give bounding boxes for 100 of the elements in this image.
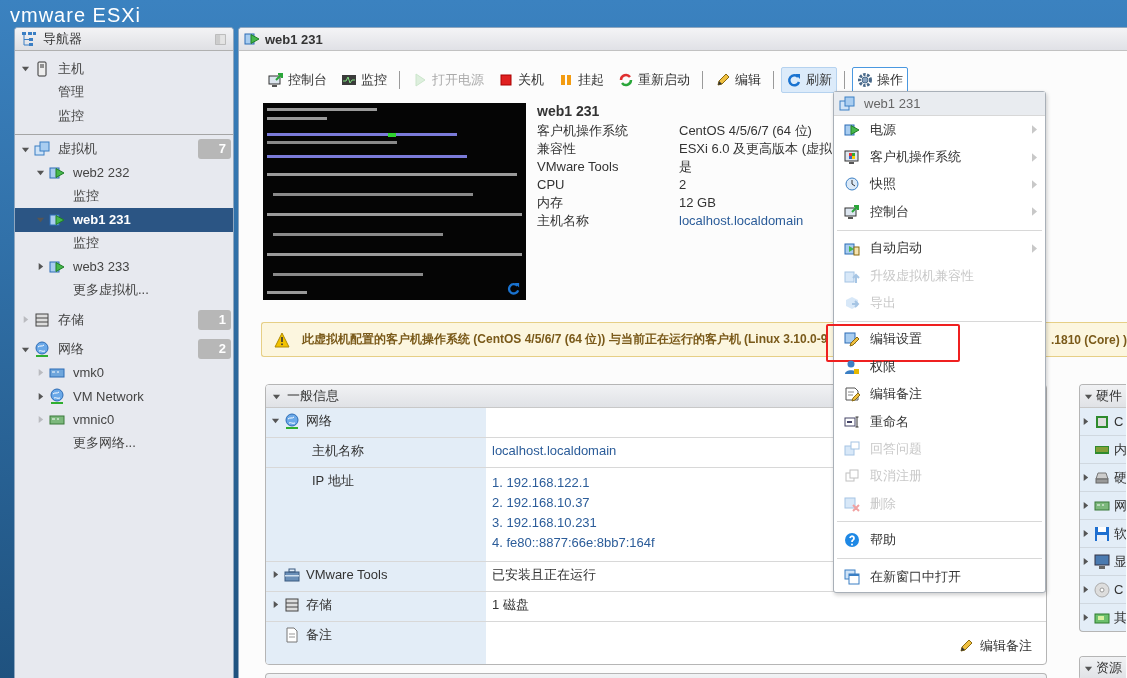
menu-item[interactable]: 快照: [834, 170, 1045, 199]
tree-item[interactable]: 虚拟机 7: [15, 137, 233, 161]
row-label: 其: [1114, 608, 1126, 627]
vm-stack-icon: [844, 468, 860, 485]
menu-item[interactable]: 客户机操作系统: [834, 143, 1045, 171]
server-icon: [34, 60, 50, 77]
menu-item[interactable]: 帮助: [834, 526, 1045, 554]
panel-title: web1 231: [265, 31, 323, 47]
panel-title: 资源: [1096, 659, 1122, 677]
disk-stack-icon: [284, 597, 300, 613]
field-value: ESXi 6.0 及更高版本 (虚拟: [679, 140, 833, 157]
tree-item[interactable]: VM Network: [15, 384, 233, 408]
warning-text: 此虚拟机配置的客户机操作系统 (CentOS 4/5/6/7 (64 位)) 与当前正在运行的客户机 (Linux 3.10.0-9: [302, 331, 828, 348]
caret-icon[interactable]: [1081, 417, 1090, 426]
tree-item[interactable]: 更多网络...: [15, 431, 233, 455]
document-icon: [284, 627, 300, 643]
vm-icon: [844, 121, 860, 138]
vm-icon: [49, 211, 65, 228]
cell-value: 1 磁盘: [492, 597, 529, 612]
caret-icon[interactable]: [1081, 613, 1090, 622]
row-label: 存储: [306, 597, 332, 613]
globe-icon: [284, 413, 300, 429]
tree-icon: [21, 31, 37, 47]
warning-text: .1810 (Core) ): [1050, 332, 1127, 347]
menu-item[interactable]: 编辑备注: [834, 380, 1045, 408]
monitor-icon: [844, 203, 860, 220]
hostname-link[interactable]: localhost.localdomain: [492, 443, 617, 458]
caret-icon[interactable]: [1081, 501, 1090, 510]
refresh-icon[interactable]: [506, 281, 521, 296]
field-value: 2: [679, 176, 688, 193]
tree-item[interactable]: vmk0: [15, 361, 233, 385]
refresh-icon: [786, 72, 802, 88]
menu-item[interactable]: 自动启动: [834, 234, 1045, 262]
caret-icon[interactable]: [1081, 473, 1090, 482]
caret-icon[interactable]: [1081, 529, 1090, 538]
hostname-link[interactable]: localhost.localdomain: [679, 212, 833, 229]
toolbar-button[interactable]: 挂起: [553, 67, 609, 93]
tree-item[interactable]: 网络 2: [15, 337, 233, 361]
text-field-icon: [844, 413, 860, 430]
caret-icon[interactable]: [1081, 585, 1090, 594]
disk-stack-icon: [34, 311, 50, 328]
caret-icon[interactable]: [36, 391, 45, 401]
field-label: CPU: [537, 176, 566, 193]
panel-toggle-icon[interactable]: [214, 32, 227, 46]
tree-item[interactable]: 监控: [15, 104, 233, 128]
toolbar-button[interactable]: 关机: [493, 67, 549, 93]
tree-item[interactable]: 管理: [15, 80, 233, 104]
toolbar-button[interactable]: 操作: [852, 67, 908, 93]
caret-icon[interactable]: [1081, 557, 1090, 566]
tree-item[interactable]: 监控: [15, 231, 233, 255]
menu-item[interactable]: 电源: [834, 116, 1045, 144]
restart-icon: [618, 72, 634, 88]
toolbar-button[interactable]: 监控: [336, 67, 392, 93]
warning-icon: [274, 331, 290, 348]
edit-notes-link[interactable]: 编辑备注: [958, 638, 1032, 654]
field-value: 是: [679, 158, 693, 175]
tree-item[interactable]: web3 233: [15, 255, 233, 279]
menu-item[interactable]: 在新窗口中打开: [834, 562, 1045, 591]
panel-title: 一般信息: [287, 387, 339, 405]
tree-item[interactable]: web2 232: [15, 161, 233, 185]
monitor-icon: [1094, 553, 1110, 570]
tree-item[interactable]: 监控: [15, 184, 233, 208]
row-label: 内: [1114, 440, 1126, 459]
toolbar-button[interactable]: 编辑: [710, 67, 766, 93]
help-icon: [844, 532, 860, 549]
row-label: C: [1114, 414, 1124, 429]
row-label: 网: [1114, 496, 1126, 515]
row-label: 软: [1114, 524, 1126, 543]
monitor-icon: [844, 149, 860, 166]
caret-icon[interactable]: [36, 262, 45, 272]
caret-icon[interactable]: [270, 416, 280, 425]
user-icon: [844, 358, 860, 375]
menu-item[interactable]: 控制台: [834, 198, 1045, 226]
toolbar-button[interactable]: 刷新: [781, 67, 837, 93]
tree-item[interactable]: web1 231: [15, 208, 233, 232]
tree-item[interactable]: 存储 1: [15, 308, 233, 332]
globe-icon: [49, 388, 65, 405]
menu-item[interactable]: 重命名: [834, 407, 1045, 436]
count-badge: 2: [198, 339, 231, 360]
field-value: 12 GB: [679, 194, 717, 211]
count-badge: 7: [198, 139, 231, 160]
window-icon: [844, 568, 860, 585]
clock-icon: [844, 176, 860, 193]
tree-item[interactable]: vmnic0: [15, 408, 233, 432]
menu-item[interactable]: 权限: [834, 353, 1045, 381]
caret-icon[interactable]: [36, 168, 45, 178]
row-label: 显: [1114, 552, 1126, 571]
toolbar-button[interactable]: 控制台: [263, 67, 332, 93]
settings-icon: [857, 72, 873, 88]
cube-icon: [844, 295, 860, 312]
toolbar-button[interactable]: 重新启动: [613, 67, 695, 93]
row-label: VMware Tools: [306, 567, 388, 583]
cell-value: 已安装且正在运行: [492, 567, 596, 582]
tree-item[interactable]: 主机: [15, 57, 233, 81]
caret-icon[interactable]: [21, 64, 30, 74]
save-icon: [1094, 525, 1110, 542]
pencil-icon: [715, 72, 731, 88]
field-label: 兼容性: [537, 140, 577, 157]
tree-item[interactable]: 更多虚拟机...: [15, 278, 233, 302]
row-label: 硬: [1114, 468, 1126, 487]
